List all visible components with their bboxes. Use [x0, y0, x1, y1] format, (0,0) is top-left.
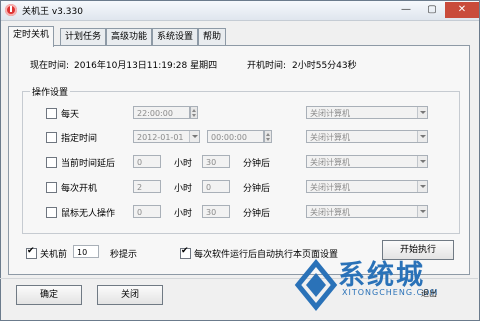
exit-label[interactable]: 退出 [421, 288, 437, 299]
chevron-down-icon[interactable] [417, 181, 427, 192]
specific-action-select[interactable]: 关闭计算机 [306, 130, 428, 143]
title-bar[interactable]: 关机王 v3.330 — ▢ ✕ [1, 1, 479, 21]
boot-label: 每次开机 [61, 184, 98, 194]
ok-button[interactable]: 确定 [16, 285, 82, 305]
prompt-checkbox[interactable] [26, 246, 37, 259]
chevron-down-icon[interactable] [417, 131, 427, 142]
boot-minute-unit: 分钟后 [243, 184, 271, 194]
boot-minutes-field[interactable]: 0 [202, 180, 230, 193]
close-button[interactable]: 关闭 [97, 285, 163, 305]
calendar-dropdown-icon[interactable] [189, 131, 199, 142]
daily-label: 每天 [61, 110, 80, 120]
delay-minutes-field[interactable]: 30 [202, 155, 230, 168]
delay-checkbox[interactable] [46, 157, 57, 168]
tab-help[interactable]: 帮助 [198, 28, 227, 46]
prompt-suffix: 秒提示 [110, 250, 138, 260]
boot-action-select[interactable]: 关闭计算机 [306, 180, 428, 193]
daily-time-spinner[interactable] [190, 106, 198, 119]
uptime-value: 2小时55分43秒 [292, 61, 357, 71]
idle-minutes-field[interactable]: 30 [202, 205, 230, 218]
auto-exec-checkbox[interactable] [180, 246, 191, 259]
daily-time-field[interactable]: 22:00:00 [133, 106, 190, 119]
specific-time-label: 指定时间 [61, 134, 98, 144]
delay-label: 当前时间延后 [61, 159, 116, 169]
group-title: 操作设置 [30, 85, 71, 98]
now-time-value: 2016年10月13日11:19:28 星期四 [74, 61, 218, 71]
boot-checkbox[interactable] [46, 182, 57, 193]
boot-hours-field[interactable]: 2 [133, 180, 161, 193]
delay-hour-unit: 小时 [174, 159, 193, 169]
prompt-label: 关机前 [40, 250, 68, 260]
idle-checkbox[interactable] [46, 207, 57, 218]
specific-time-spinner[interactable] [264, 130, 272, 143]
idle-hour-unit: 小时 [174, 209, 193, 219]
tab-advanced[interactable]: 高级功能 [106, 28, 153, 46]
window-title: 关机王 v3.330 [22, 7, 83, 17]
daily-checkbox[interactable] [46, 108, 57, 119]
prompt-seconds-field[interactable]: 10 [73, 245, 99, 258]
delay-minute-unit: 分钟后 [243, 159, 271, 169]
close-window-button[interactable]: ✕ [445, 2, 479, 18]
idle-label: 鼠标无人操作 [61, 209, 116, 219]
delay-action-select[interactable]: 关闭计算机 [306, 155, 428, 168]
maximize-button[interactable]: ▢ [419, 2, 445, 18]
minimize-button[interactable]: — [393, 2, 419, 18]
now-time-label: 现在时间: [30, 61, 70, 71]
chevron-down-icon[interactable] [417, 206, 427, 217]
tab-timed-shutdown[interactable]: 定时关机 [8, 26, 55, 47]
idle-action-select[interactable]: 关闭计算机 [306, 205, 428, 218]
daily-action-select[interactable]: 关闭计算机 [306, 106, 428, 119]
watermark-text: 系统城 [338, 260, 425, 291]
boot-hour-unit: 小时 [174, 184, 193, 194]
delay-hours-field[interactable]: 0 [133, 155, 161, 168]
chevron-down-icon[interactable] [417, 107, 427, 118]
chevron-down-icon[interactable] [417, 156, 427, 167]
uptime-label: 开机时间: [247, 61, 287, 71]
tab-scheduled-tasks[interactable]: 计划任务 [60, 28, 107, 46]
tab-system-settings[interactable]: 系统设置 [152, 28, 199, 46]
specific-time-field[interactable]: 00:00:00 [207, 130, 264, 143]
specific-time-checkbox[interactable] [46, 132, 57, 143]
idle-minute-unit: 分钟后 [243, 209, 271, 219]
watermark-inner-shape [306, 273, 326, 297]
power-icon [5, 4, 17, 16]
idle-hours-field[interactable]: 0 [133, 205, 161, 218]
